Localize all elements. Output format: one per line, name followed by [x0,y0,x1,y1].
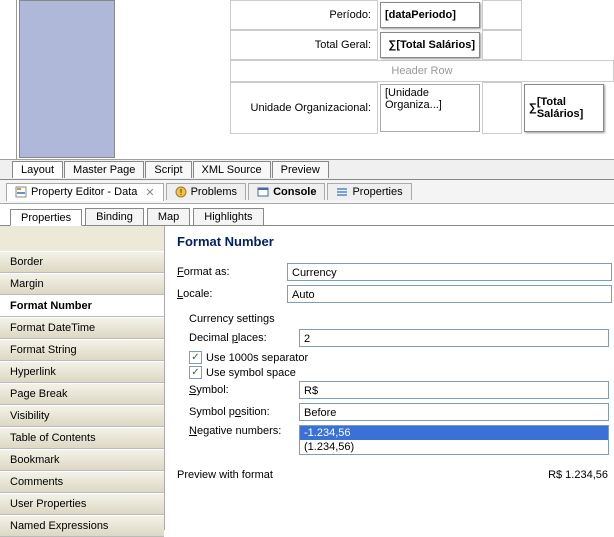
sidebar-item-format-datetime[interactable]: Format DateTime [0,317,164,339]
sidebar-item-named-expressions[interactable]: Named Expressions [0,515,164,537]
inspector-tabs: Properties Binding Map Highlights [0,204,614,226]
symbol-label: Symbol: [189,384,299,396]
layout-tabs: Layout Master Page Script XML Source Pre… [0,160,614,180]
use-symbol-space-label: Use symbol space [206,367,296,379]
cell-periodo-label[interactable]: Período: [230,0,378,30]
sidebar-item-visibility[interactable]: Visibility [0,405,164,427]
list-icon [336,186,348,198]
locale-label: Locale: [177,288,287,300]
currency-settings-heading: Currency settings [189,313,614,325]
tab-console-label: Console [273,186,316,198]
decimal-places-input[interactable]: 2 [299,329,609,347]
tab-property-editor[interactable]: Property Editor - Data ✕ [6,183,164,201]
use-symbol-space-checkbox[interactable]: ✓ [189,366,202,379]
negative-numbers-label: Negative numbers: [189,425,299,437]
sidebar: Border Margin Format Number Format DateT… [0,226,165,530]
sidebar-item-format-number[interactable]: Format Number [0,295,164,317]
format-number-panel: Format Number Format as: Currency Locale… [165,226,614,530]
sidebar-item-margin[interactable]: Margin [0,273,164,295]
tab-problems[interactable]: ! Problems [166,183,246,200]
negative-option-1[interactable]: -1.234,56 [300,426,608,440]
sidebar-item-format-string[interactable]: Format String [0,339,164,361]
use-1000s-label: Use 1000s separator [206,352,308,364]
sidebar-item-user-properties[interactable]: User Properties [0,493,164,515]
margin-guide [19,0,115,158]
sidebar-item-comments[interactable]: Comments [0,471,164,493]
tab-property-editor-label: Property Editor - Data [31,186,137,198]
cell-unidade-total[interactable]: [Total Salários] [524,84,604,132]
cell-spacer [482,82,522,134]
use-1000s-checkbox[interactable]: ✓ [189,351,202,364]
cell-unidade-total-text: [Total Salários] [537,96,599,120]
subtab-properties[interactable]: Properties [10,209,82,226]
symbol-position-select[interactable]: Before [299,403,609,421]
negative-option-2[interactable]: (1.234,56) [300,440,608,454]
cell-total-text: [Total Salários] [396,39,475,51]
symbol-input[interactable]: R$ [299,381,609,399]
header-row-indicator: Header Row [230,60,614,82]
subtab-highlights[interactable]: Highlights [193,208,263,225]
tab-xml-source[interactable]: XML Source [193,161,271,178]
svg-text:!: ! [179,188,181,197]
cell-unidade-value[interactable]: [Unidade Organiza...] [380,84,480,132]
design-canvas: Período: [dataPeriodo] Total Geral: [Tot… [0,0,614,160]
format-as-label: Format as: [177,266,287,278]
console-icon [257,186,269,198]
preview-label: Preview with format [177,469,273,481]
tab-properties-label: Properties [352,186,402,198]
tab-master-page[interactable]: Master Page [64,161,144,178]
preview-value: R$ 1.234,56 [548,469,608,481]
tab-console[interactable]: Console [248,183,325,200]
close-icon[interactable]: ✕ [145,186,154,199]
format-as-select[interactable]: Currency [287,263,612,281]
tab-script[interactable]: Script [145,161,191,178]
editor-tabs: Property Editor - Data ✕ ! Problems Cons… [0,180,614,204]
subtab-binding[interactable]: Binding [85,208,144,225]
subtab-map[interactable]: Map [147,208,190,225]
sidebar-item-page-break[interactable]: Page Break [0,383,164,405]
cell-spacer [482,0,522,30]
vertical-ruler [3,0,17,159]
cell-spacer [482,30,522,60]
cell-unidade-label[interactable]: Unidade Organizacional: [230,82,378,134]
tab-layout[interactable]: Layout [12,161,63,178]
sidebar-item-bookmark[interactable]: Bookmark [0,449,164,471]
cell-total-value[interactable]: [Total Salários] [380,32,480,58]
negative-numbers-list[interactable]: -1.234,56 (1.234,56) [299,425,609,455]
locale-select[interactable]: Auto [287,285,612,303]
warning-icon: ! [175,186,187,198]
sidebar-item-toc[interactable]: Table of Contents [0,427,164,449]
design-grid: Período: [dataPeriodo] Total Geral: [Tot… [230,0,614,134]
cell-total-label[interactable]: Total Geral: [230,30,378,60]
symbol-position-label: Symbol position: [189,406,299,418]
panel-title: Format Number [177,234,614,249]
cell-periodo-value[interactable]: [dataPeriodo] [380,2,480,28]
decimal-places-label: Decimal places: [189,332,299,344]
tab-preview[interactable]: Preview [272,161,329,178]
tab-properties[interactable]: Properties [327,183,411,200]
tab-problems-label: Problems [191,186,237,198]
sidebar-item-hyperlink[interactable]: Hyperlink [0,361,164,383]
properties-icon [15,186,27,198]
sidebar-item-border[interactable]: Border [0,251,164,273]
